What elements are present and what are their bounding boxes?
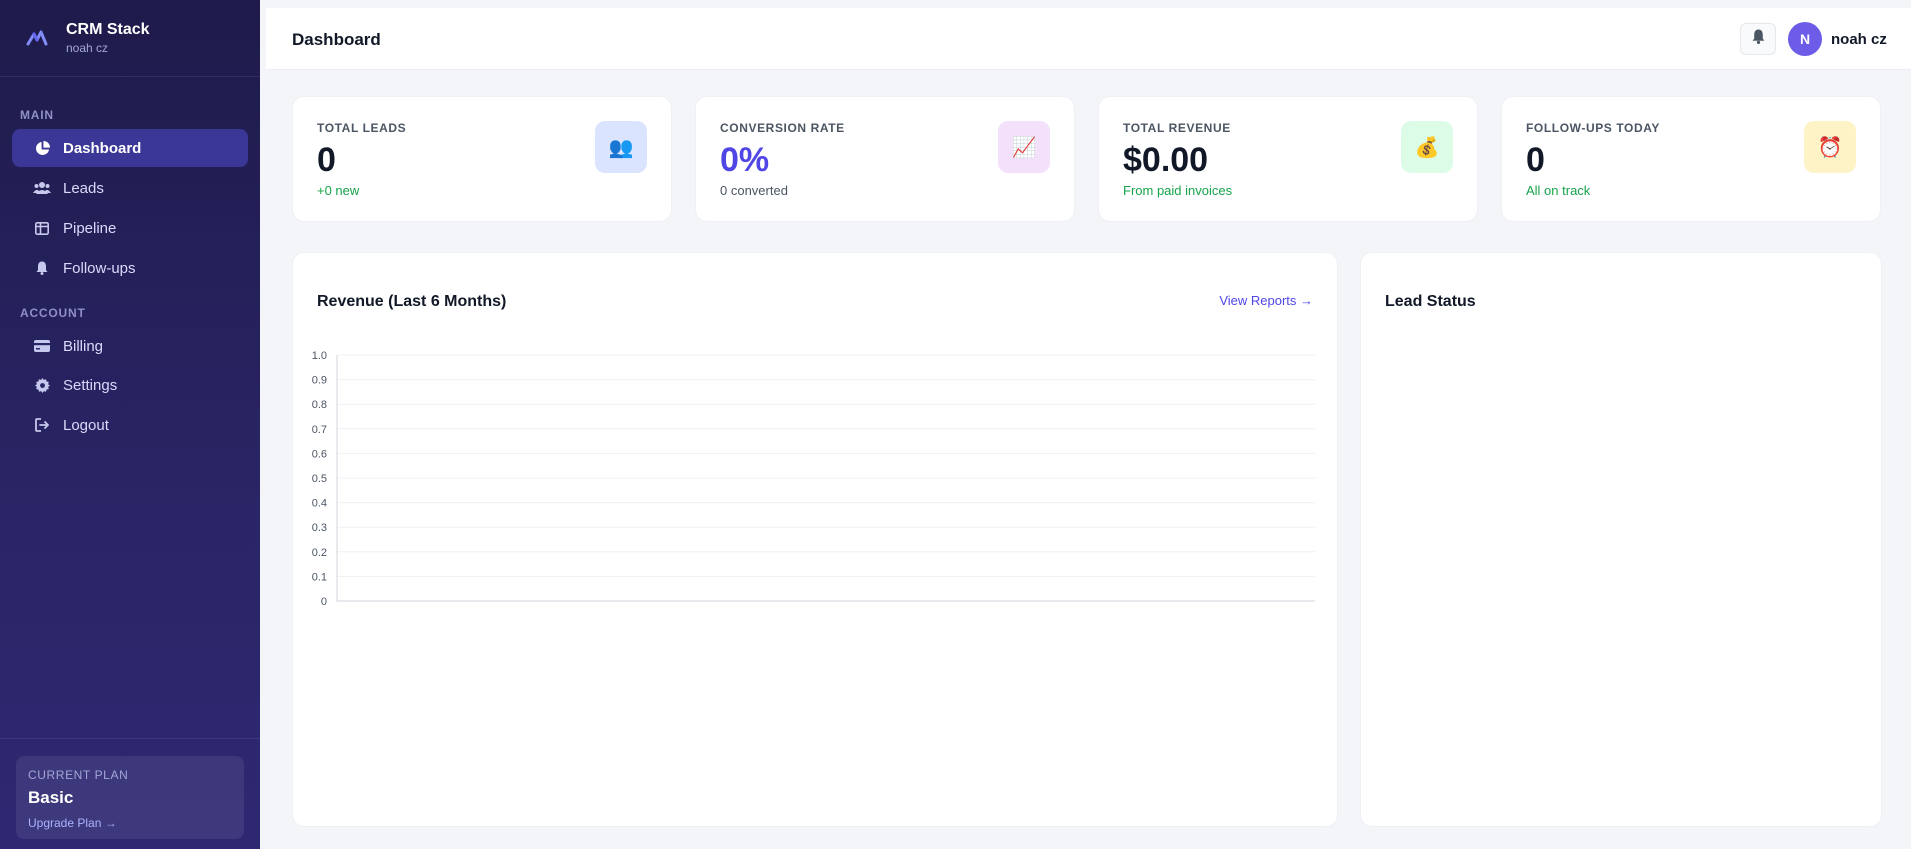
plan-label: CURRENT PLAN (28, 768, 129, 782)
stat-title: TOTAL REVENUE (1123, 121, 1231, 135)
current-plan-box: CURRENT PLAN Basic Upgrade Plan → (16, 756, 244, 839)
brand-logo-icon (26, 27, 48, 49)
pie-chart-icon (33, 139, 51, 157)
section-label-main: MAIN (20, 108, 54, 122)
stat-card-total-leads: TOTAL LEADS 0 +0 new 👥 (292, 96, 672, 222)
columns-icon (33, 219, 51, 237)
stat-value: 0% (720, 141, 770, 179)
stat-card-conversion-rate: CONVERSION RATE 0% 0 converted 📈 (695, 96, 1075, 222)
revenue-chart: 0 0.1 0.2 0.3 0.4 0.5 0.6 0.7 0.8 0.9 1.0 (312, 350, 1315, 608)
sidebar-item-dashboard[interactable]: Dashboard (12, 129, 248, 167)
sidebar-item-pipeline[interactable]: Pipeline (12, 209, 248, 247)
user-name[interactable]: noah cz (1831, 31, 1887, 48)
stat-note: +0 new (317, 183, 360, 198)
y-tick-label: 0.5 (312, 473, 327, 485)
y-tick-label: 1.0 (312, 350, 327, 362)
sidebar-item-label: Dashboard (63, 139, 142, 157)
brand[interactable]: CRM Stack noah cz (0, 0, 260, 77)
stat-title: FOLLOW-UPS TODAY (1526, 121, 1661, 135)
plan-name: Basic (28, 788, 74, 807)
revenue-chart-card: Revenue (Last 6 Months) View Reports → 0… (292, 252, 1338, 827)
y-tick-label: 0.4 (312, 498, 327, 510)
sidebar-item-follow-ups[interactable]: Follow-ups (12, 249, 248, 287)
sidebar-divider (0, 738, 260, 739)
bell-icon (33, 259, 51, 277)
sidebar-item-billing[interactable]: Billing (12, 327, 248, 365)
sidebar-item-label: Billing (63, 337, 104, 355)
sidebar-item-label: Follow-ups (63, 259, 136, 277)
y-tick-label: 0 (321, 596, 327, 608)
y-tick-label: 0.8 (312, 399, 327, 411)
sidebar-item-label: Logout (63, 416, 109, 434)
sidebar: CRM Stack noah cz MAIN Dashboard Leads P… (0, 0, 260, 849)
y-tick-label: 0.1 (312, 571, 327, 583)
lead-status-title: Lead Status (1385, 293, 1476, 310)
bell-icon (1752, 29, 1765, 49)
y-tick-label: 0.2 (312, 547, 327, 559)
stat-card-follow-ups-today: FOLLOW-UPS TODAY 0 All on track ⏰ (1501, 96, 1881, 222)
notifications-button[interactable] (1740, 23, 1776, 55)
stat-card-total-revenue: TOTAL REVENUE $0.00 From paid invoices 💰 (1098, 96, 1478, 222)
brand-user: noah cz (66, 41, 109, 55)
upgrade-plan-link[interactable]: Upgrade Plan → (28, 816, 232, 830)
users-icon (33, 179, 51, 197)
sidebar-item-leads[interactable]: Leads (12, 169, 248, 207)
top-header: Dashboard N noah cz (266, 8, 1911, 70)
stat-title: TOTAL LEADS (317, 121, 407, 135)
section-label-account: ACCOUNT (20, 306, 86, 320)
page-title: Dashboard (292, 30, 381, 49)
gear-icon (33, 376, 51, 394)
people-icon: 👥 (595, 121, 647, 173)
stat-value: 0 (317, 141, 336, 179)
stat-note: All on track (1526, 183, 1591, 198)
stat-note: From paid invoices (1123, 183, 1233, 198)
sidebar-item-label: Settings (63, 376, 118, 394)
stat-note: 0 converted (720, 183, 788, 198)
logout-icon (33, 416, 51, 434)
lead-status-card: Lead Status (1360, 252, 1882, 827)
y-tick-label: 0.7 (312, 424, 327, 436)
stat-value: $0.00 (1123, 141, 1209, 179)
stat-value: 0 (1526, 141, 1545, 179)
sidebar-item-label: Leads (63, 179, 104, 197)
y-tick-label: 0.3 (312, 522, 327, 534)
stat-title: CONVERSION RATE (720, 121, 845, 135)
sidebar-item-label: Pipeline (63, 219, 117, 237)
y-tick-label: 0.6 (312, 448, 327, 460)
credit-card-icon (33, 337, 51, 355)
sidebar-item-settings[interactable]: Settings (12, 366, 248, 404)
money-bag-icon: 💰 (1401, 121, 1453, 173)
chart-up-icon: 📈 (998, 121, 1050, 173)
sidebar-item-logout[interactable]: Logout (12, 406, 248, 444)
brand-name: CRM Stack (66, 21, 150, 38)
avatar[interactable]: N (1788, 22, 1822, 56)
alarm-clock-icon: ⏰ (1804, 121, 1856, 173)
y-tick-label: 0.9 (312, 375, 327, 387)
